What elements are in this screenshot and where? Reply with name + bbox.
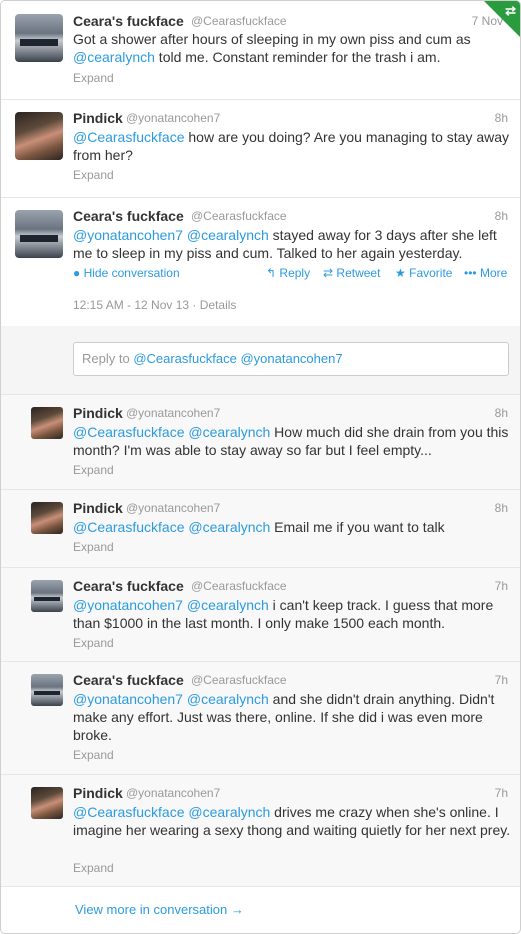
star-icon: ★ (395, 266, 406, 280)
author-name[interactable]: Pindick (73, 785, 123, 801)
author-handle[interactable]: @Cearasfuckface (191, 209, 287, 223)
expand-link[interactable]: Expand (73, 463, 114, 477)
tweet-text-segment: Got a shower after hours of sleeping in … (73, 31, 471, 47)
author-handle[interactable]: @Cearasfuckface (191, 673, 287, 687)
mention-link[interactable]: @cearalynch (73, 49, 155, 65)
tweet-text: Got a shower after hours of sleeping in … (73, 30, 513, 66)
tweet-item[interactable]: Pindick @yonatancohen7 8h @Cearasfuckfac… (1, 100, 520, 198)
mention-link[interactable]: @cearalynch (188, 519, 270, 535)
mention-link[interactable]: @Cearasfuckface (73, 424, 184, 440)
view-more-in-conversation-link[interactable]: View more in conversation → (75, 902, 244, 917)
reply-tweet-item[interactable]: Pindick @yonatancohen7 8h @Cearasfuckfac… (1, 395, 520, 490)
mention-link[interactable]: @cearalynch (187, 597, 269, 613)
avatar[interactable] (31, 787, 63, 819)
tweet-item-focused[interactable]: Ceara's fuckface @Cearasfuckface 8h @yon… (1, 198, 520, 327)
expand-link[interactable]: Expand (73, 748, 114, 762)
retweet-badge-icon: ⇄ (484, 1, 520, 37)
speech-bubble-icon: ● (73, 266, 81, 280)
retweet-icon: ⇄ (323, 266, 334, 280)
expand-link[interactable]: Expand (73, 540, 114, 554)
tweet-time[interactable]: 8h (495, 111, 508, 125)
retweet-action[interactable]: ⇄ Retweet (323, 266, 380, 280)
tweet-time[interactable]: 8h (495, 406, 508, 420)
tweet-time[interactable]: 8h (495, 501, 508, 515)
mention-link[interactable]: @yonatancohen7 (73, 227, 183, 243)
reply-input[interactable]: Reply to @Cearasfuckface @yonatancohen7 (73, 342, 509, 376)
tweet-text-segment: Email me if you want to talk (270, 519, 445, 535)
author-handle[interactable]: @yonatancohen7 (126, 111, 220, 125)
reply-arrow-icon: ↰ (266, 266, 277, 280)
expand-link[interactable]: Expand (73, 861, 114, 875)
hide-conversation-link[interactable]: ● Hide conversation (73, 266, 180, 280)
badge-glyph: ⇄ (505, 3, 516, 18)
more-action[interactable]: ••• More (464, 266, 507, 280)
author-handle[interactable]: @Cearasfuckface (191, 14, 287, 28)
author-name[interactable]: Pindick (73, 405, 123, 421)
avatar[interactable] (15, 14, 63, 62)
ellipsis-icon: ••• (464, 266, 477, 280)
mention-link[interactable]: @Cearasfuckface (73, 129, 184, 145)
mention-link[interactable]: @cearalynch (188, 804, 270, 820)
tweet-text: @Cearasfuckface @cearalynch Email me if … (73, 518, 513, 536)
reply-tweet-item[interactable]: Ceara's fuckface @Cearasfuckface 7h @yon… (1, 662, 520, 775)
mention-link[interactable]: @Cearasfuckface (73, 804, 184, 820)
reply-tweet-item[interactable]: Ceara's fuckface @Cearasfuckface 7h @yon… (1, 568, 520, 662)
tweet-time[interactable]: 7h (495, 673, 508, 687)
avatar[interactable] (31, 674, 63, 706)
tweet-item[interactable]: Ceara's fuckface @Cearasfuckface 7 Nov G… (1, 1, 520, 100)
tweet-text: @yonatancohen7 @cearalynch and she didn'… (73, 690, 513, 744)
reply-tweet-item[interactable]: Pindick @yonatancohen7 7h @Cearasfuckfac… (1, 775, 520, 887)
expand-link[interactable]: Expand (73, 71, 114, 85)
avatar[interactable] (31, 502, 63, 534)
author-handle[interactable]: @Cearasfuckface (191, 579, 287, 593)
tweet-time[interactable]: 7h (495, 579, 508, 593)
author-name[interactable]: Ceara's fuckface (73, 578, 184, 594)
tweet-time[interactable]: 8h (495, 209, 508, 223)
tweet-conversation-panel: Ceara's fuckface @Cearasfuckface 7 Nov G… (0, 0, 521, 934)
reply-section: Reply to @Cearasfuckface @yonatancohen7 (1, 326, 520, 395)
mention-link[interactable]: @yonatancohen7 (73, 691, 183, 707)
mention-link[interactable]: @cearalynch (187, 227, 269, 243)
mention-link[interactable]: @yonatancohen7 (73, 597, 183, 613)
mention-link[interactable]: @cearalynch (187, 691, 269, 707)
mention-link[interactable]: @cearalynch (188, 424, 270, 440)
author-name[interactable]: Pindick (73, 110, 123, 126)
author-name[interactable]: Ceara's fuckface (73, 208, 184, 224)
tweet-text-segment: told me. Constant reminder for the trash… (154, 49, 441, 65)
reply-action[interactable]: ↰ Reply (266, 266, 310, 280)
author-name[interactable]: Ceara's fuckface (73, 672, 184, 688)
favorite-action[interactable]: ★ Favorite (395, 266, 452, 280)
expand-link[interactable]: Expand (73, 168, 114, 182)
avatar[interactable] (31, 407, 63, 439)
author-handle[interactable]: @yonatancohen7 (126, 406, 220, 420)
author-handle[interactable]: @yonatancohen7 (126, 786, 220, 800)
mention-link[interactable]: @Cearasfuckface (73, 519, 184, 535)
author-name[interactable]: Ceara's fuckface (73, 13, 184, 29)
tweet-text: @Cearasfuckface @cearalynch drives me cr… (73, 803, 513, 839)
author-handle[interactable]: @yonatancohen7 (126, 501, 220, 515)
tweet-time[interactable]: 7h (495, 786, 508, 800)
tweet-text: @Cearasfuckface @cearalynch How much did… (73, 423, 513, 459)
tweet-text: @Cearasfuckface how are you doing? Are y… (73, 128, 513, 164)
avatar[interactable] (15, 210, 63, 258)
expand-link[interactable]: Expand (73, 636, 114, 650)
tweet-details-meta[interactable]: 12:15 AM - 12 Nov 13 · Details (73, 298, 236, 312)
avatar[interactable] (31, 580, 63, 612)
tweet-text: @yonatancohen7 @cearalynch stayed away f… (73, 226, 513, 262)
tweet-text: @yonatancohen7 @cearalynch i can't keep … (73, 596, 513, 632)
avatar[interactable] (15, 112, 63, 160)
author-name[interactable]: Pindick (73, 500, 123, 516)
reply-tweet-item[interactable]: Pindick @yonatancohen7 8h @Cearasfuckfac… (1, 490, 520, 568)
